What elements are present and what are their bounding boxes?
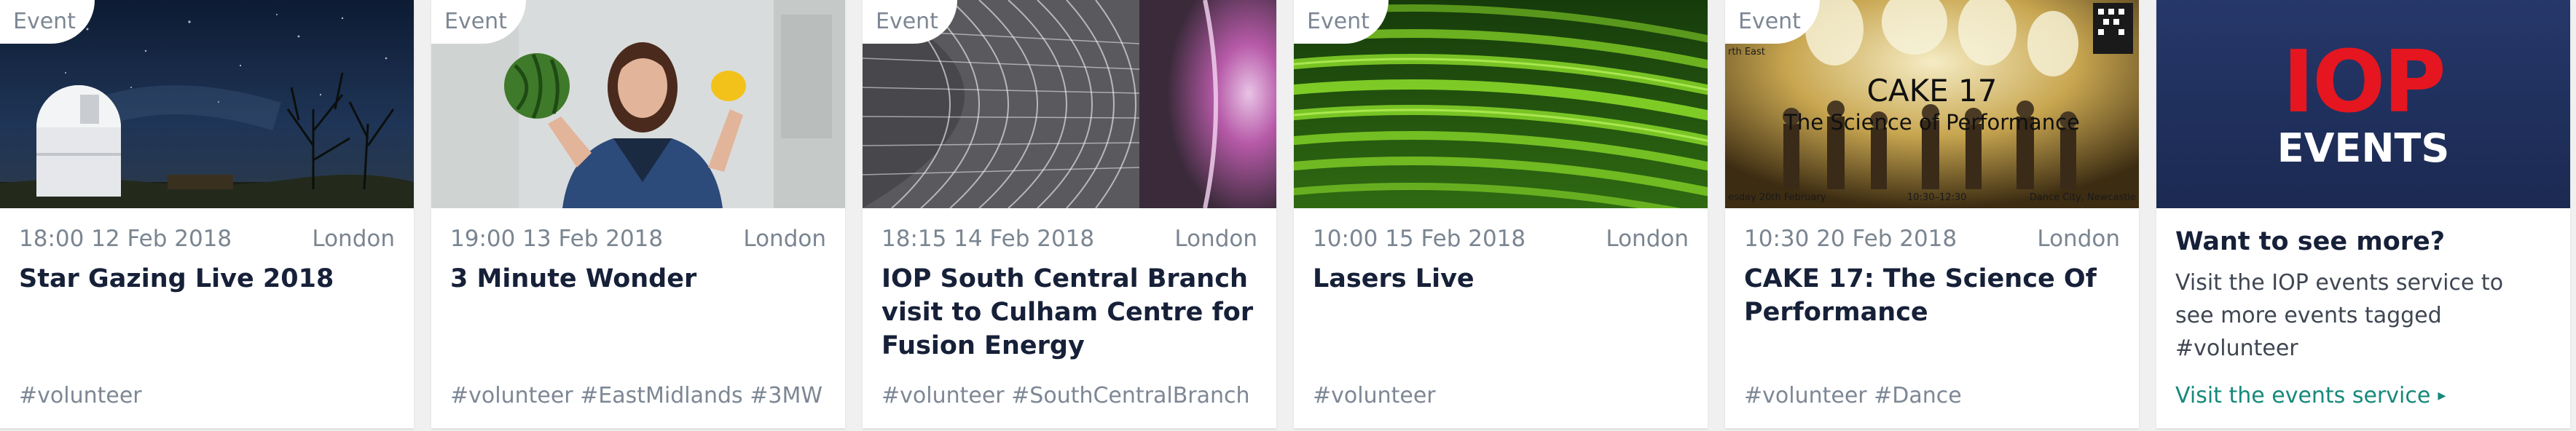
event-title[interactable]: IOP South Central Branch visit to Culham… xyxy=(881,262,1260,363)
event-card[interactable]: Event 19:00 13 Feb 2018 London 3 Minute … xyxy=(431,0,845,428)
iop-logo-background: IOP EVENTS xyxy=(2156,0,2570,208)
event-title[interactable]: Star Gazing Live 2018 xyxy=(19,262,398,296)
event-image[interactable]: CAKE 17 The Science of Performance rth E… xyxy=(1725,0,2139,208)
event-tags: #volunteer xyxy=(1313,383,1436,408)
event-card[interactable]: Event 18:15 14 Feb 2018 London IOP South… xyxy=(863,0,1276,428)
event-image[interactable]: Event xyxy=(863,0,1276,208)
event-tags: #volunteer #EastMidlands #3MW xyxy=(450,383,822,408)
event-location: London xyxy=(1174,226,1257,252)
events-service-link[interactable]: Visit the events service ▸ xyxy=(2175,383,2446,408)
event-card[interactable]: Event 18:00 12 Feb 2018 London Star Gazi… xyxy=(0,0,414,428)
event-time: 18:00 12 Feb 2018 xyxy=(19,226,232,252)
event-card[interactable]: Event 10:00 15 Feb 2018 London Lasers Li… xyxy=(1294,0,1708,428)
see-more-title: Want to see more? xyxy=(2175,227,2446,256)
cake-title: CAKE 17 xyxy=(1866,73,1998,108)
event-tags: #volunteer xyxy=(19,383,142,408)
event-location: London xyxy=(312,226,395,252)
event-location: London xyxy=(743,226,826,252)
iop-logo-subtitle: EVENTS xyxy=(2277,125,2450,171)
event-card[interactable]: CAKE 17 The Science of Performance rth E… xyxy=(1725,0,2139,428)
cake-date-text: esday 20th February xyxy=(1728,192,1826,203)
event-time: 10:00 15 Feb 2018 xyxy=(1313,226,1526,252)
event-image[interactable]: Event xyxy=(431,0,845,208)
event-location: London xyxy=(1606,226,1689,252)
play-arrow-icon: ▸ xyxy=(2438,387,2446,405)
events-service-link-label[interactable]: Visit the events service xyxy=(2175,383,2430,408)
iop-events-banner[interactable]: IOP EVENTS xyxy=(2156,0,2570,208)
see-more-card[interactable]: IOP EVENTS Want to see more? Visit the I… xyxy=(2156,0,2570,428)
event-title[interactable]: 3 Minute Wonder xyxy=(450,262,829,296)
cake-time-text: 10:30–12:30 xyxy=(1907,192,1967,203)
event-image[interactable]: Event xyxy=(0,0,414,208)
iop-logo: IOP xyxy=(2282,31,2446,132)
event-tags: #volunteer #SouthCentralBranch xyxy=(881,383,1250,408)
see-more-description: Visit the IOP events service to see more… xyxy=(2175,270,2504,361)
event-carousel: Event 18:00 12 Feb 2018 London Star Gazi… xyxy=(0,0,2576,431)
event-title[interactable]: CAKE 17: The Science Of Performance xyxy=(1744,262,2123,329)
event-time: 19:00 13 Feb 2018 xyxy=(450,226,664,252)
event-location: London xyxy=(2037,226,2120,252)
event-time: 18:15 14 Feb 2018 xyxy=(881,226,1095,252)
event-image-caption: CAKE 17 The Science of Performance xyxy=(1725,73,2139,135)
event-time: 10:30 20 Feb 2018 xyxy=(1744,226,1957,252)
cake-venue-text: Dance City, Newcastle xyxy=(2029,192,2136,203)
event-title[interactable]: Lasers Live xyxy=(1313,262,1692,296)
event-image[interactable]: Event xyxy=(1294,0,1708,208)
cake-region-text: rth East xyxy=(1728,47,1765,58)
event-tags: #volunteer #Dance xyxy=(1744,383,1962,408)
cake-subtitle: The Science of Performance xyxy=(1784,110,2080,135)
